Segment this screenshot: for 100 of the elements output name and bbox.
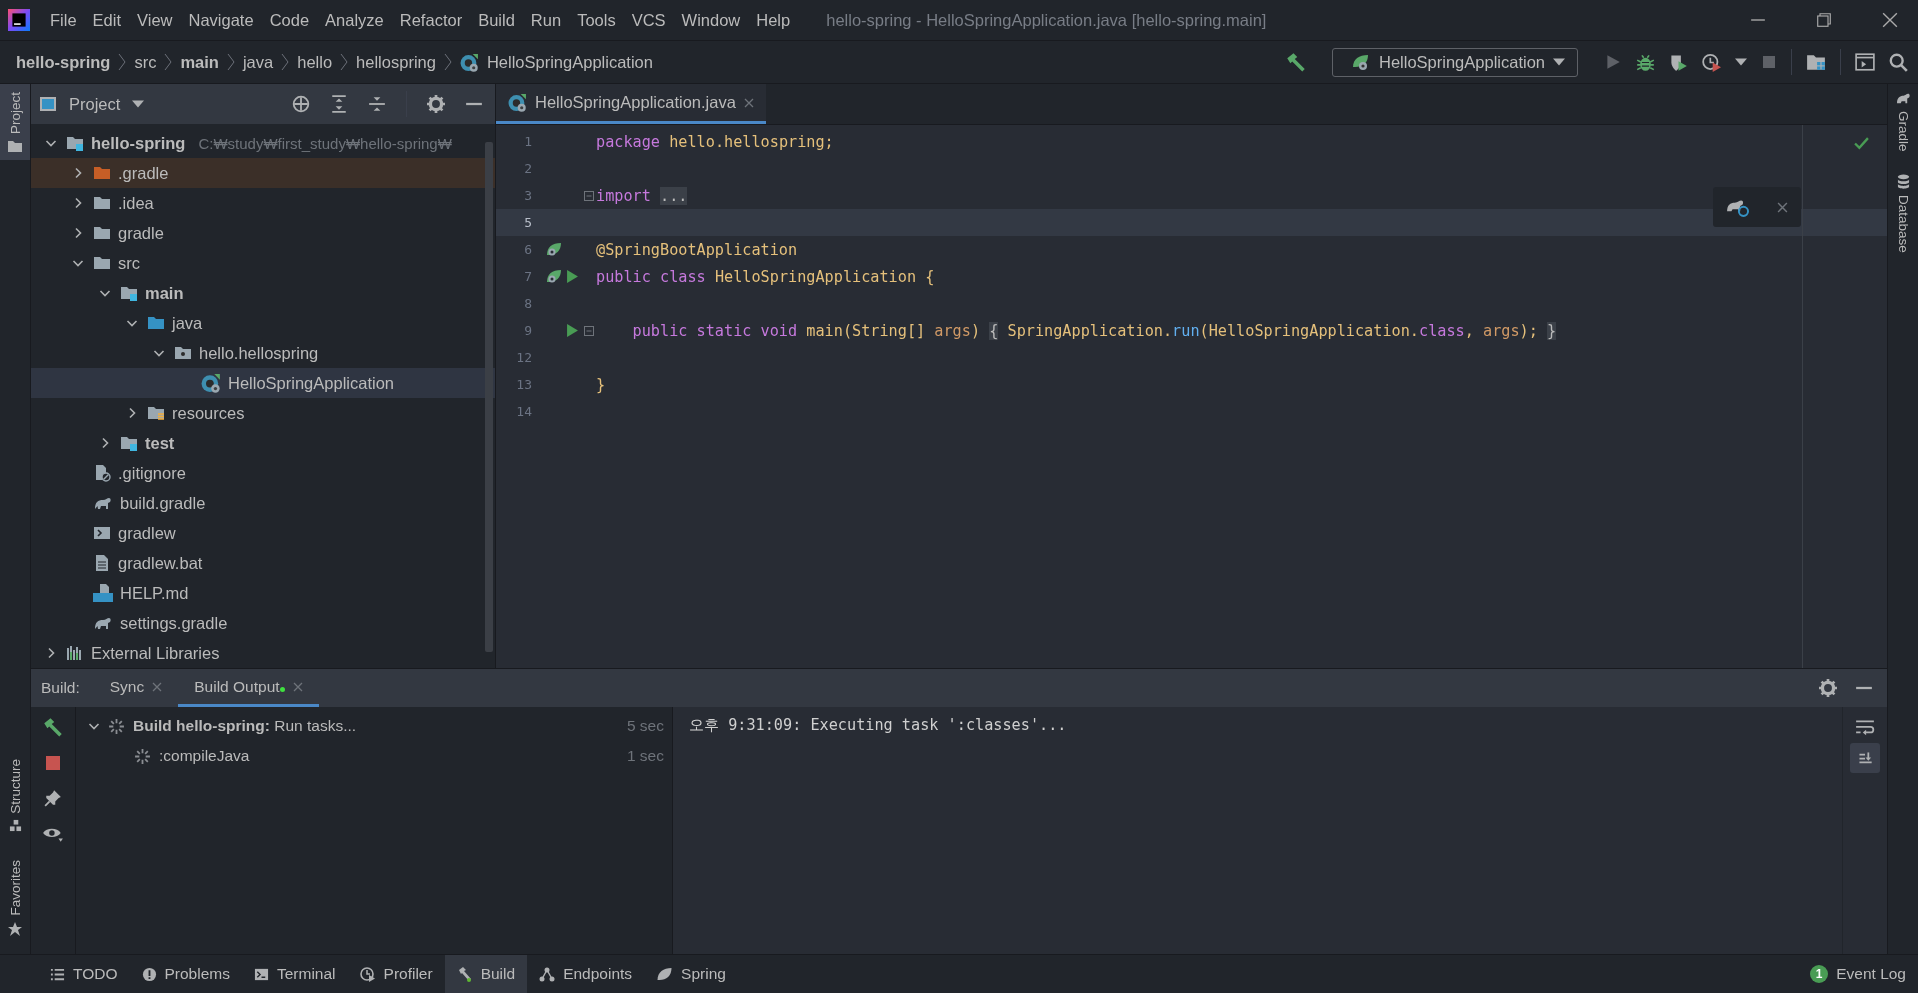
menu-item[interactable]: Run: [522, 10, 570, 30]
build-task[interactable]: Build hello-spring: Run tasks...: [133, 717, 357, 735]
menu-item[interactable]: Edit: [84, 10, 130, 30]
panel-tab[interactable]: Build Output: [178, 669, 319, 707]
close-icon[interactable]: [743, 97, 754, 108]
tree-item[interactable]: External Libraries: [31, 638, 495, 668]
spring-bean-icon[interactable]: [546, 268, 562, 285]
tool-window-tab[interactable]: Project: [0, 84, 30, 161]
chevron-icon: [340, 52, 349, 72]
app-logo-icon[interactable]: [8, 9, 30, 31]
tree-item[interactable]: resources: [31, 398, 495, 428]
run-icon[interactable]: [566, 324, 579, 337]
chevron-icon: [281, 52, 290, 72]
settings-icon[interactable]: [427, 95, 445, 113]
tool-window-button[interactable]: Build: [444, 955, 528, 993]
menu-item[interactable]: Tools: [569, 10, 624, 30]
menu-item[interactable]: View: [129, 10, 181, 30]
tool-window-button[interactable]: Problems: [129, 955, 242, 993]
locate-icon[interactable]: [292, 95, 310, 113]
folder-icon: [93, 254, 111, 272]
bug-icon[interactable]: [1636, 52, 1655, 72]
menu-item[interactable]: Help: [748, 10, 799, 30]
checkmark-icon[interactable]: [1854, 137, 1869, 150]
tree-item[interactable]: .gitignore: [31, 458, 495, 488]
tool-window-button[interactable]: TODO: [38, 955, 130, 993]
spring-bean-icon[interactable]: [546, 241, 562, 258]
collapse-all-icon[interactable]: [368, 95, 386, 113]
tool-window-tab[interactable]: Gradle: [1888, 84, 1918, 166]
breadcrumb-item[interactable]: hello-spring: [16, 52, 111, 72]
tree-item[interactable]: src: [31, 248, 495, 278]
breadcrumb-item[interactable]: main: [180, 52, 219, 72]
run-icon[interactable]: [1604, 53, 1622, 71]
tool-window-tab[interactable]: Favorites: [0, 852, 30, 944]
tree-item[interactable]: gradle: [31, 218, 495, 248]
tree-item[interactable]: hello.hellospring: [31, 338, 495, 368]
tree-item[interactable]: java: [31, 308, 495, 338]
fold-icon[interactable]: [584, 325, 594, 336]
menu-item[interactable]: VCS: [623, 10, 674, 30]
hammer-icon[interactable]: [43, 717, 63, 737]
breadcrumb-item[interactable]: java: [242, 52, 274, 72]
breadcrumb-item[interactable]: hellospring: [356, 52, 436, 72]
tree-item[interactable]: hello-spring C:₩study₩first_study₩hello-spring₩: [31, 128, 495, 158]
stop-icon[interactable]: [1761, 54, 1777, 70]
menu-item[interactable]: Build: [470, 10, 523, 30]
editor-tab[interactable]: HelloSpringApplication.java: [496, 84, 766, 124]
tool-window-button[interactable]: Profiler: [347, 955, 445, 993]
tool-window-button[interactable]: Spring: [644, 955, 738, 993]
scrollbar[interactable]: [485, 142, 493, 652]
caret-icon: [1553, 58, 1565, 66]
tree-item[interactable]: settings.gradle: [31, 608, 495, 638]
close-icon[interactable]: [1882, 12, 1898, 28]
tool-window-tab[interactable]: Database: [1888, 165, 1918, 267]
line-number: 5: [523, 215, 532, 230]
pin-icon[interactable]: [44, 789, 62, 807]
menu-item[interactable]: Code: [261, 10, 318, 30]
profiler-icon[interactable]: [1702, 52, 1721, 72]
expand-all-icon[interactable]: [330, 95, 348, 113]
event-log-button[interactable]: 1 Event Log: [1798, 955, 1918, 993]
tree-item[interactable]: test: [31, 428, 495, 458]
restore-icon[interactable]: [1816, 12, 1832, 28]
search-icon[interactable]: [1889, 52, 1908, 72]
tool-window-button[interactable]: Endpoints: [527, 955, 645, 993]
menu-item[interactable]: Analyze: [317, 10, 392, 30]
project-structure-icon[interactable]: [1806, 52, 1826, 72]
menu-item[interactable]: File: [42, 10, 85, 30]
breadcrumb-item[interactable]: HelloSpringApplication: [486, 52, 653, 72]
tree-item[interactable]: HelloSpringApplication: [31, 368, 495, 398]
close-icon[interactable]: [1776, 201, 1788, 213]
breadcrumb-item[interactable]: src: [134, 52, 157, 72]
tree-item[interactable]: gradlew: [31, 518, 495, 548]
scroll-to-end-icon[interactable]: [1850, 743, 1880, 773]
tree-item[interactable]: .idea: [31, 188, 495, 218]
terminal-icon[interactable]: [1855, 52, 1875, 72]
project-view-dropdown[interactable]: Project: [69, 94, 145, 114]
chevron-icon: [164, 52, 173, 72]
breadcrumb-item[interactable]: hello: [297, 52, 333, 72]
fold-icon[interactable]: [584, 190, 594, 201]
tree-item[interactable]: build.gradle: [31, 488, 495, 518]
menu-item[interactable]: Window: [673, 10, 749, 30]
tree-item[interactable]: HELP.md: [31, 578, 495, 608]
settings-icon[interactable]: [1819, 679, 1837, 697]
menu-item[interactable]: Navigate: [180, 10, 262, 30]
build-task[interactable]: :compileJava: [159, 747, 250, 765]
code-line: package hello.hellospring;: [596, 132, 834, 151]
tree-item[interactable]: main: [31, 278, 495, 308]
hammer-icon[interactable]: [1286, 52, 1306, 72]
run-icon[interactable]: [566, 270, 579, 283]
soft-wrap-icon[interactable]: [1855, 719, 1875, 737]
menu-item[interactable]: Refactor: [391, 10, 471, 30]
coverage-icon[interactable]: [1669, 52, 1688, 72]
run-configuration-dropdown[interactable]: HelloSpringApplication: [1332, 47, 1578, 77]
caret-icon[interactable]: [1735, 58, 1747, 66]
tree-item[interactable]: gradlew.bat: [31, 548, 495, 578]
tree-item[interactable]: .gradle: [31, 158, 495, 188]
terminal-icon: [253, 966, 269, 982]
panel-tab[interactable]: Sync: [93, 669, 179, 707]
line-number: 8: [523, 296, 532, 311]
tool-window-tab[interactable]: Structure: [0, 750, 30, 841]
stop-icon[interactable]: [45, 755, 61, 771]
tool-window-button[interactable]: Terminal: [241, 955, 348, 993]
